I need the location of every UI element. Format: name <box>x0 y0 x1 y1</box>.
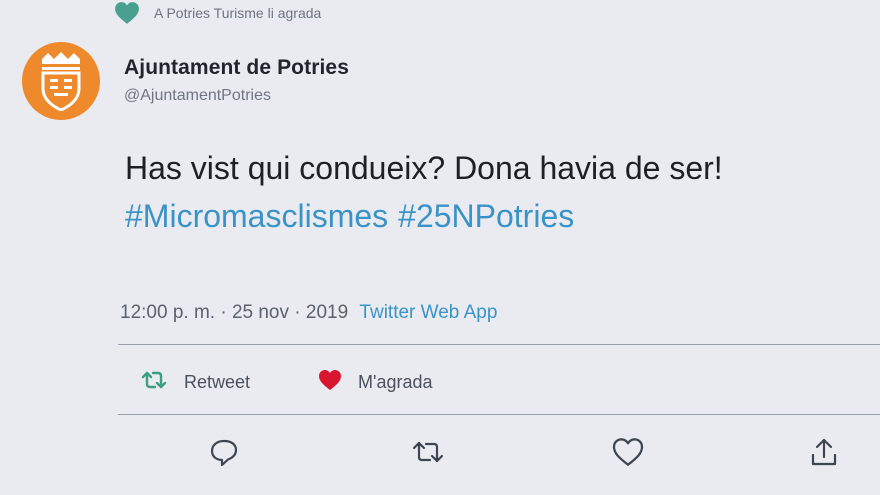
tweet-meta: 12:00 p. m. · 25 nov · 2019 Twitter Web … <box>120 302 497 324</box>
social-context-text: A Potries Turisme li agrada <box>154 5 322 21</box>
divider <box>118 414 880 415</box>
retweets-stat[interactable]: Retweet <box>140 370 250 395</box>
heart-icon <box>318 369 342 396</box>
tweet-stats: Retweet M'agrada <box>140 365 433 399</box>
likes-label: M'agrada <box>358 371 433 392</box>
tweet-card: A Potries Turisme li agrada Ajuntament d… <box>0 0 880 495</box>
action-bar <box>0 432 880 476</box>
hashtag-link[interactable]: #25NPotries <box>398 198 574 234</box>
tweet-hashtags: #Micromasclismes #25NPotries <box>125 192 723 240</box>
likes-stat[interactable]: M'agrada <box>318 369 433 396</box>
timestamp[interactable]: 12:00 p. m. · 25 nov · 2019 <box>120 302 348 323</box>
like-button[interactable] <box>608 432 648 472</box>
author-block[interactable]: Ajuntament de Potries @AjuntamentPotries <box>124 56 349 105</box>
social-context[interactable]: A Potries Turisme li agrada <box>114 0 321 26</box>
source-link[interactable]: Twitter Web App <box>359 302 497 323</box>
retweet-button[interactable] <box>408 432 448 472</box>
author-name[interactable]: Ajuntament de Potries <box>124 56 349 80</box>
reply-button[interactable] <box>204 432 244 472</box>
author-handle[interactable]: @AjuntamentPotries <box>124 87 349 105</box>
hashtag-link[interactable]: #Micromasclismes <box>125 198 388 234</box>
heart-icon <box>114 1 140 25</box>
town-crest-icon <box>41 52 81 111</box>
retweet-icon <box>140 370 168 395</box>
reply-icon <box>210 439 238 467</box>
share-icon <box>811 438 837 466</box>
tweet-body: Has vist qui condueix? Dona havia de ser… <box>125 144 723 240</box>
divider <box>118 344 880 345</box>
avatar[interactable] <box>22 42 100 120</box>
retweets-label: Retweet <box>184 371 251 392</box>
retweet-icon <box>412 441 444 463</box>
share-button[interactable] <box>804 432 844 472</box>
tweet-text: Has vist qui condueix? Dona havia de ser… <box>125 150 723 186</box>
heart-outline-icon <box>612 438 644 466</box>
